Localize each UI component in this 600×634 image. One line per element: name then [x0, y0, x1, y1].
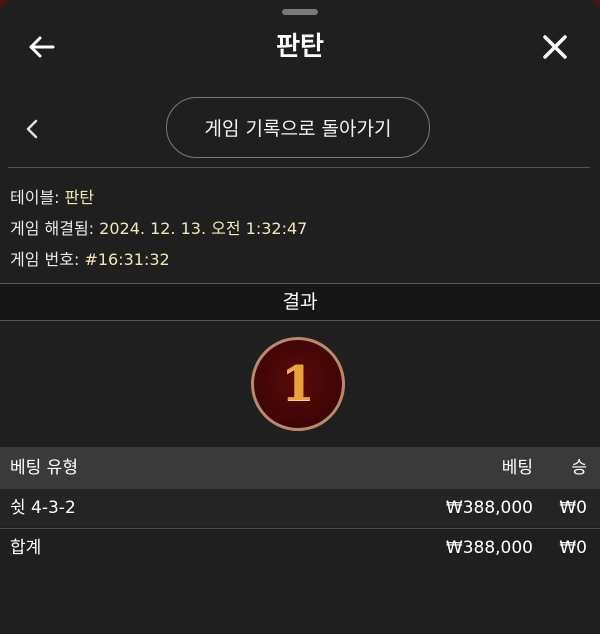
table-row: 쉿 4-3-2 ₩388,000 ₩0 — [0, 489, 600, 527]
back-button[interactable] — [13, 18, 69, 76]
resolved-info: 게임 해결됨: 2024. 12. 13. 오전 1:32:47 — [10, 215, 307, 239]
bet-type-cell: 쉿 4-3-2 — [10, 498, 76, 518]
close-icon — [543, 35, 567, 59]
table-info: 테이블: 판탄 — [10, 184, 94, 208]
chevron-left-icon — [26, 119, 38, 139]
close-button[interactable] — [527, 18, 583, 76]
back-to-history-button[interactable]: 게임 기록으로 돌아가기 — [166, 97, 430, 158]
total-bet: ₩388,000 — [445, 538, 533, 558]
win-amount-cell: ₩0 — [559, 498, 587, 518]
page-title: 판탄 — [276, 32, 324, 62]
resolved-value: 2024. 12. 13. 오전 1:32:47 — [99, 219, 308, 238]
divider — [8, 167, 590, 168]
header-win: 승 — [571, 458, 587, 478]
chevron-back-button[interactable] — [12, 107, 52, 151]
result-header: 결과 — [0, 283, 600, 321]
history-nav: 게임 기록으로 돌아가기 — [0, 97, 600, 160]
total-row: 합계 ₩388,000 ₩0 — [0, 528, 600, 567]
game-number-value: #16:31:32 — [84, 250, 170, 269]
header-bet-type: 베팅 유형 — [10, 458, 78, 478]
game-detail-sheet: 판탄 게임 기록으로 돌아가기 테이블: 판탄 게임 해결됨: 2024. 12… — [0, 0, 600, 634]
header-bet: 베팅 — [501, 458, 533, 478]
game-number-info: 게임 번호: #16:31:32 — [10, 246, 170, 270]
resolved-label: 게임 해결됨: — [10, 219, 100, 238]
bets-table-header: 베팅 유형 베팅 승 — [0, 447, 600, 489]
drag-handle[interactable] — [282, 9, 318, 15]
total-win: ₩0 — [559, 538, 587, 558]
total-label: 합계 — [10, 538, 42, 558]
result-ball: 1 — [251, 337, 345, 431]
arrow-left-icon — [29, 36, 55, 58]
game-number-label: 게임 번호: — [10, 250, 85, 269]
bet-amount-cell: ₩388,000 — [445, 498, 533, 518]
table-label: 테이블: — [10, 188, 65, 207]
table-value: 판탄 — [64, 188, 95, 207]
top-bar: 판탄 — [0, 18, 600, 76]
result-number: 1 — [281, 356, 315, 412]
